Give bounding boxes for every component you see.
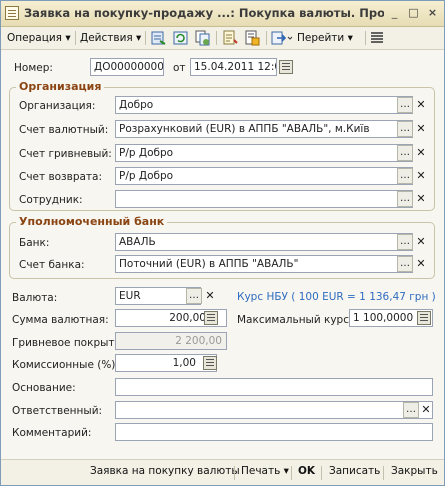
currency-label: Валюта: xyxy=(12,292,58,304)
max-rate-label: Максимальный курс: xyxy=(237,314,353,326)
operation-menu[interactable]: Операция ▾ xyxy=(7,30,71,46)
structure-icon[interactable] xyxy=(221,30,238,46)
document-icon xyxy=(5,6,19,20)
organization-clear-button[interactable]: ✕ xyxy=(413,97,429,113)
bank-account-select-button[interactable]: … xyxy=(397,256,413,272)
close-window-button[interactable]: × xyxy=(424,5,441,21)
request-print-button[interactable]: Заявка на покупку валюты xyxy=(90,465,240,477)
bottom-separator xyxy=(383,466,384,480)
employee-field[interactable] xyxy=(115,190,413,208)
list-icon[interactable] xyxy=(369,30,386,46)
toolbar-separator xyxy=(75,31,76,45)
responsible-select-button[interactable]: … xyxy=(403,402,419,418)
uah-account-clear-button[interactable]: ✕ xyxy=(413,145,429,161)
employee-clear-button[interactable]: ✕ xyxy=(413,191,429,207)
maximize-button[interactable]: □ xyxy=(405,5,422,21)
commission-field[interactable]: 1,00 xyxy=(115,354,217,372)
organization-select-button[interactable]: … xyxy=(397,97,413,113)
organization-group-title: Организация xyxy=(16,80,105,93)
nbu-rate-link[interactable]: Курс НБУ ( 100 EUR = 1 136,47 грн ) xyxy=(237,291,436,303)
return-account-field[interactable]: Р/р Добро xyxy=(115,167,413,185)
bank-field[interactable]: АВАЛЬ xyxy=(115,233,413,251)
comment-field[interactable] xyxy=(115,423,433,441)
currency-select-button[interactable]: … xyxy=(186,288,202,304)
currency-account-select-button[interactable]: … xyxy=(397,121,413,137)
bank-clear-button[interactable]: ✕ xyxy=(413,234,429,250)
bottom-separator xyxy=(321,466,322,480)
bank-select-button[interactable]: … xyxy=(397,234,413,250)
employee-label: Сотрудник: xyxy=(19,194,83,206)
toolbar-separator xyxy=(365,31,366,45)
toolbar: Операция ▾ Действия ▾ Перейти ▾ xyxy=(1,27,444,50)
toolbar-separator xyxy=(216,31,217,45)
goto-menu[interactable]: Перейти ▾ xyxy=(297,30,353,46)
minimize-button[interactable]: _ xyxy=(386,5,403,21)
date-field[interactable]: 15.04.2011 12:00 xyxy=(190,58,277,76)
return-account-select-button[interactable]: … xyxy=(397,168,413,184)
close-button[interactable]: Закрыть xyxy=(391,465,438,477)
calculator-icon[interactable] xyxy=(203,356,217,370)
bottom-bar: Заявка на покупку валюты Печать ▾ OK Зап… xyxy=(1,459,444,485)
currency-account-label: Счет валютный: xyxy=(19,124,109,136)
currency-sum-label: Сумма валютная: xyxy=(12,314,109,326)
print-menu[interactable]: Печать ▾ xyxy=(241,465,289,477)
uah-account-field[interactable]: Р/р Добро xyxy=(115,144,413,162)
post-icon[interactable] xyxy=(150,30,167,46)
uah-account-label: Счет гривневый: xyxy=(19,148,112,160)
bank-account-field[interactable]: Поточний (EUR) в АППБ "АВАЛЬ" xyxy=(115,255,413,273)
save-button[interactable]: Записать xyxy=(329,465,380,477)
organization-label: Организация: xyxy=(19,100,96,112)
currency-account-field[interactable]: Розрахунковий (EUR) в АППБ "АВАЛЬ", м.Ки… xyxy=(115,120,413,138)
commission-label: Комиссионные (%): xyxy=(12,359,119,371)
ok-button[interactable]: OK xyxy=(298,465,315,477)
bank-account-label: Счет банка: xyxy=(19,259,85,271)
bottom-separator xyxy=(291,466,292,480)
number-label: Номер: xyxy=(14,62,53,74)
calendar-icon[interactable] xyxy=(279,60,293,74)
bank-account-clear-button[interactable]: ✕ xyxy=(413,256,429,272)
date-label: от xyxy=(173,62,186,74)
currency-account-clear-button[interactable]: ✕ xyxy=(413,121,429,137)
document-window: Заявка на покупку-продажу ...: Покупка в… xyxy=(0,0,445,486)
bank-label: Банк: xyxy=(19,237,50,249)
basis-label: Основание: xyxy=(12,382,76,394)
organization-field[interactable]: Добро xyxy=(115,96,413,114)
comment-label: Комментарий: xyxy=(12,427,92,439)
calculator-icon[interactable] xyxy=(204,311,218,325)
toolbar-separator xyxy=(266,31,267,45)
copy-icon[interactable] xyxy=(194,30,211,46)
movements-icon[interactable] xyxy=(243,30,260,46)
bank-group-title: Уполномоченный банк xyxy=(16,215,168,228)
currency-clear-button[interactable]: ✕ xyxy=(202,288,218,304)
return-account-label: Счет возврата: xyxy=(19,171,103,183)
bottom-separator xyxy=(234,466,235,480)
title-bar: Заявка на покупку-продажу ...: Покупка в… xyxy=(1,1,444,27)
responsible-label: Ответственный: xyxy=(12,405,103,417)
uah-account-select-button[interactable]: … xyxy=(397,145,413,161)
actions-menu[interactable]: Действия ▾ xyxy=(80,30,141,46)
calculator-icon[interactable] xyxy=(417,311,431,325)
number-field[interactable]: ДО000000001 xyxy=(90,58,164,76)
arrow-icon[interactable] xyxy=(271,30,293,46)
uah-cover-field: 2 200,00 xyxy=(115,332,227,350)
uah-cover-label: Гривневое покрыт... xyxy=(12,337,125,349)
toolbar-separator xyxy=(145,31,146,45)
refresh-icon[interactable] xyxy=(172,30,189,46)
employee-select-button[interactable]: … xyxy=(397,191,413,207)
basis-field[interactable] xyxy=(115,378,433,396)
responsible-clear-button[interactable]: ✕ xyxy=(418,402,434,418)
return-account-clear-button[interactable]: ✕ xyxy=(413,168,429,184)
responsible-field[interactable] xyxy=(115,401,433,419)
window-title: Заявка на покупку-продажу ...: Покупка в… xyxy=(24,6,384,20)
